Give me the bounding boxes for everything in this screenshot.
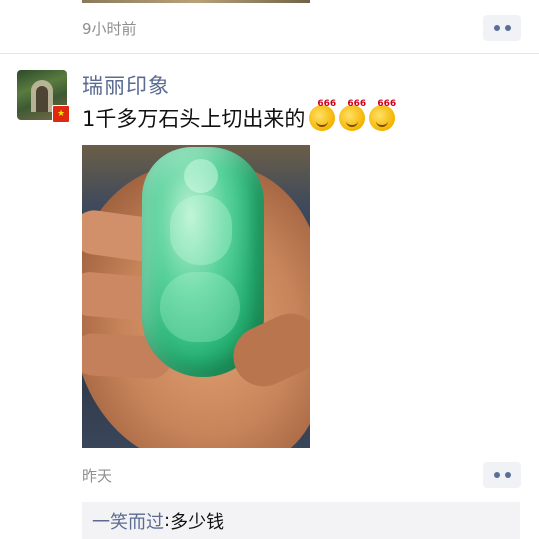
comment-box: 一笑而过 : 多少钱 — [82, 502, 520, 539]
avatar-doorway — [36, 86, 48, 112]
comment-text[interactable]: 多少钱 — [170, 508, 224, 534]
post-username[interactable]: 瑞丽印象 — [82, 70, 170, 100]
post-photo[interactable] — [82, 145, 310, 448]
post-more-button[interactable] — [483, 462, 521, 488]
jade-carving-body — [170, 195, 232, 265]
post-text-row: 1千多万石头上切出来的 666 666 666 — [82, 99, 396, 133]
post-timestamp: 昨天 — [82, 466, 113, 485]
dot-icon — [493, 25, 500, 31]
previous-post-timestamp: 9小时前 — [82, 19, 137, 38]
emoji-666-icon: 666 — [309, 99, 336, 131]
jade-carving-base — [160, 272, 240, 342]
comment-author[interactable]: 一笑而过 — [92, 508, 164, 534]
dot-icon — [493, 472, 500, 478]
post-divider — [0, 53, 539, 54]
emoji-666-icon: 666 — [369, 99, 396, 131]
emoji-666-icon: 666 — [339, 99, 366, 131]
previous-post-image-edge — [82, 0, 310, 3]
china-flag-icon: ★ — [52, 105, 70, 123]
dot-icon — [504, 472, 511, 478]
post-text: 1千多万石头上切出来的 — [82, 107, 306, 131]
previous-post-meta-row: 9小时前 — [82, 14, 521, 42]
jade-carving-head — [184, 159, 218, 193]
previous-post-more-button[interactable] — [483, 15, 521, 41]
post-meta-row: 昨天 — [82, 461, 521, 489]
dot-icon — [504, 25, 511, 31]
